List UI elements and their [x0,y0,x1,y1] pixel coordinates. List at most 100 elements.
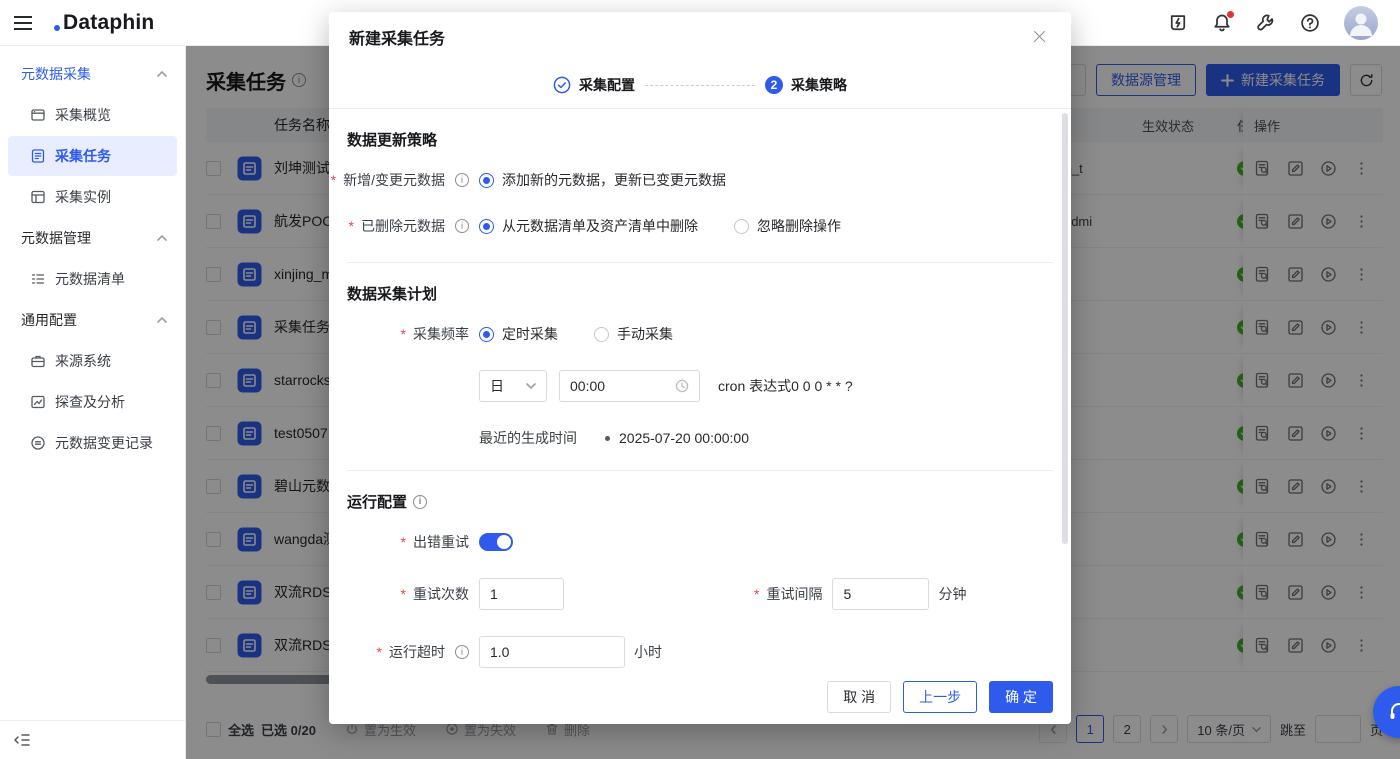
cancel-button[interactable]: 取 消 [827,681,892,713]
chevron-down-icon [526,383,536,390]
modal-scrollbar-thumb[interactable] [1062,113,1068,545]
step-number: 2 [765,76,783,94]
frequency-radio-scheduled[interactable] [479,326,494,342]
radio-option-label[interactable]: 定时采集 [502,324,558,344]
chart-icon [31,395,45,409]
chevron-up-icon [157,315,167,325]
clock-icon [675,379,689,393]
time-picker[interactable]: 00:00 [559,370,700,402]
step-collection-strategy: 2 采集策略 [765,75,847,95]
deleted-radio-ignore[interactable] [734,218,749,234]
help-icon[interactable] [1300,13,1320,33]
retry-interval-label: 重试间隔 [754,584,832,604]
recent-time-label: 最近的生成时间 [479,430,577,446]
section-run-config: 运行配置 [347,491,1053,512]
frequency-radio-manual[interactable] [594,326,609,342]
modal-title: 新建采集任务 [349,31,446,48]
step-done-check-icon [553,76,571,94]
step-collection-config: 采集配置 [553,75,635,95]
sidebar-group-label: 元数据采集 [21,66,91,82]
sidebar-item-label: 元数据变更记录 [55,435,153,451]
overview-icon [31,109,45,121]
retry-interval-input[interactable] [832,578,930,610]
chevron-up-icon [157,69,167,79]
radio-option-label[interactable]: 手动采集 [617,324,673,344]
time-value: 00:00 [570,378,606,394]
instance-table-icon [31,190,45,204]
deleted-metadata-label: 已删除元数据 [347,216,479,236]
sidebar-footer [0,720,185,759]
new-metadata-label: 新增/变更元数据 [343,170,479,190]
sidebar-item-collection-overview[interactable]: 采集概览 [8,95,177,135]
step-connector [645,84,755,86]
chevron-up-icon [157,233,167,243]
cycle-select[interactable]: 日 [479,370,547,402]
menu-icon[interactable] [0,0,46,46]
frequency-label: 采集频率 [347,324,479,344]
tools-wrench-icon[interactable] [1256,13,1276,33]
cron-expression: cron 表达式0 0 0 * * ? [718,378,853,394]
logo-dot-icon [54,24,60,31]
bullet-dot [605,435,610,441]
info-icon[interactable] [455,173,469,187]
sidebar-group-metadata-collection[interactable]: 元数据采集 [0,54,185,94]
sidebar-group-label: 元数据管理 [21,230,91,246]
briefcase-icon [31,355,45,368]
info-icon[interactable] [455,645,469,659]
sidebar-item-label: 采集任务 [55,148,111,164]
timeout-label: 运行超时 [347,642,479,662]
sidebar-item-label: 采集实例 [55,189,111,205]
sidebar-group-general-config[interactable]: 通用配置 [0,300,185,340]
close-icon[interactable] [1029,26,1051,48]
info-icon[interactable] [455,219,469,233]
sidebar-item-source-systems[interactable]: 来源系统 [8,341,177,381]
section-update-strategy: 数据更新策略 [347,132,438,149]
cycle-value: 日 [490,378,504,394]
sidebar-item-label: 采集概览 [55,107,111,123]
step-label: 采集策略 [791,77,847,93]
modal-body: 数据更新策略 新增/变更元数据 添加新的元数据，更新已变更元数据 已删除元数据 … [329,108,1071,670]
confirm-button[interactable]: 确 定 [989,681,1053,713]
user-avatar[interactable] [1344,5,1378,40]
retry-count-input[interactable] [479,578,564,610]
quickstart-icon[interactable] [1168,13,1188,33]
sidebar-group-metadata-management[interactable]: 元数据管理 [0,218,185,258]
timeout-unit: 小时 [634,644,662,660]
sidebar-item-collection-instances[interactable]: 采集实例 [8,177,177,217]
sidebar: 元数据采集 采集概览 采集任务 采集实例 元数据管理 元数据清单 通用配置 来源… [0,46,186,759]
sidebar-item-metadata-change-log[interactable]: 元数据变更记录 [8,423,177,463]
notification-badge [1227,10,1234,18]
headset-icon [1390,703,1400,719]
modal-footer: 取 消 上一步 确 定 [329,670,1071,724]
deleted-radio-remove[interactable] [479,218,494,234]
sidebar-item-label: 来源系统 [55,353,111,369]
previous-step-button[interactable]: 上一步 [903,681,978,713]
section-collection-plan: 数据采集计划 [347,286,438,303]
step-label: 采集配置 [579,77,635,93]
radio-option-label[interactable]: 从元数据清单及资产清单中删除 [502,216,698,236]
interval-unit: 分钟 [938,586,967,602]
logo-text: Dataphin [63,10,155,34]
change-log-icon [31,436,45,450]
list-icon [31,274,45,284]
steps-indicator: 采集配置 2 采集策略 [329,62,1071,108]
retry-toggle[interactable] [479,533,513,551]
radio-option-label[interactable]: 添加新的元数据，更新已变更元数据 [502,170,726,190]
retry-label: 出错重试 [347,532,479,552]
collapse-sidebar-icon[interactable] [12,730,185,750]
app-logo: Dataphin [54,11,154,35]
new-metadata-radio-add[interactable] [479,172,494,188]
modal-scrollbar[interactable] [1062,113,1068,666]
timeout-input[interactable] [479,636,625,668]
sidebar-item-label: 元数据清单 [55,271,125,287]
task-doc-icon [31,149,45,163]
sidebar-item-metadata-list[interactable]: 元数据清单 [8,259,177,299]
sidebar-item-collection-tasks[interactable]: 采集任务 [8,136,177,176]
recent-time-value: 2025-07-20 00:00:00 [619,430,749,446]
sidebar-item-label: 探查及分析 [55,394,125,410]
info-icon[interactable] [413,494,428,509]
sidebar-item-explore-analysis[interactable]: 探查及分析 [8,382,177,422]
notifications-bell-icon[interactable] [1212,10,1234,33]
create-task-modal: 新建采集任务 采集配置 2 采集策略 数据更新策略 新增/变更元数据 添加新的元… [329,12,1071,724]
radio-option-label[interactable]: 忽略删除操作 [757,216,841,236]
